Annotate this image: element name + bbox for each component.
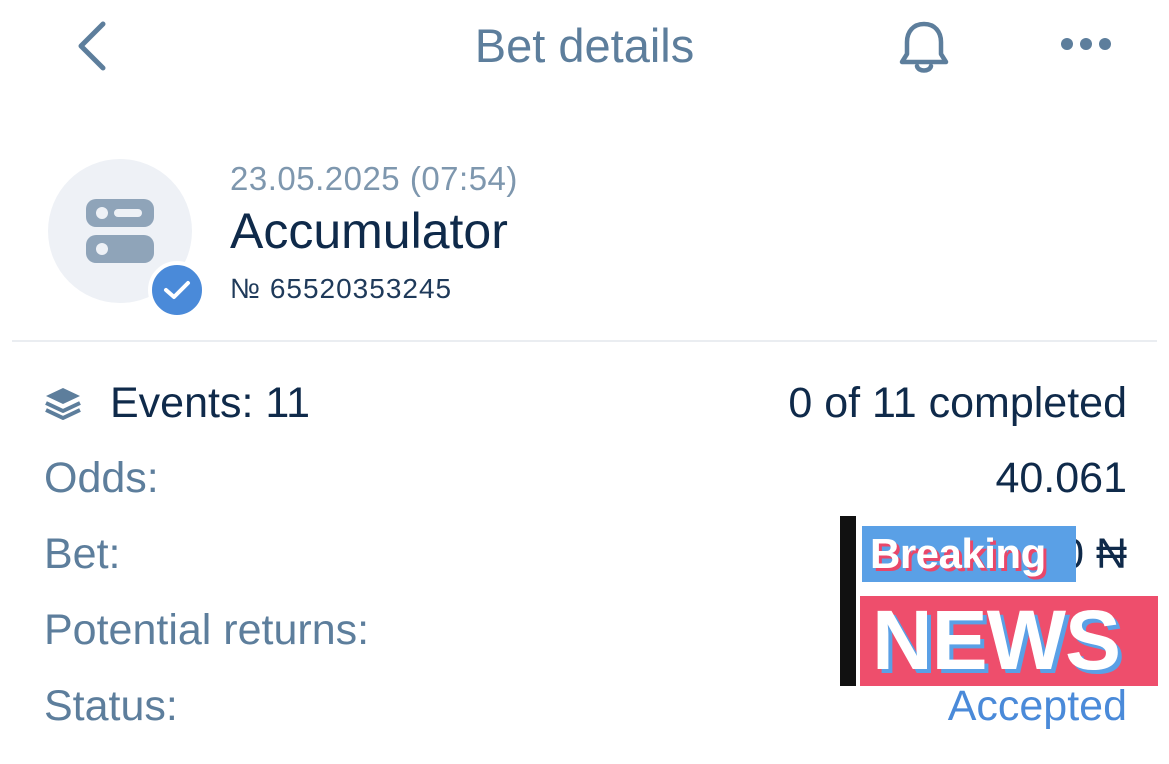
news-sticker-line2: NEWS [872, 593, 1121, 687]
news-sticker-bar [840, 516, 856, 686]
events-count: Events: 11 [110, 379, 310, 427]
more-horizontal-icon [1061, 38, 1111, 50]
odds-label: Odds: [44, 454, 159, 502]
potential-returns-label: Potential returns: [44, 606, 370, 654]
notifications-button[interactable] [888, 12, 960, 84]
divider [12, 340, 1157, 342]
bet-date: 23.05.2025 (07:54) [230, 160, 518, 197]
breaking-news-sticker: Breaking NEWS [840, 514, 1162, 690]
bell-icon [899, 21, 949, 73]
stack-layers-icon [45, 388, 81, 420]
more-options-button[interactable] [1050, 18, 1122, 70]
bet-number: № 65520353245 [230, 273, 453, 304]
events-completed: 0 of 11 completed [788, 379, 1127, 427]
accepted-badge [148, 261, 206, 319]
odds-value: 40.061 [995, 454, 1127, 502]
checkmark-icon [164, 281, 190, 299]
status-label: Status: [44, 682, 178, 730]
page-title: Bet details [474, 19, 695, 72]
bet-label: Bet: [44, 530, 121, 578]
news-sticker-line1: Breaking [870, 530, 1046, 577]
bet-type: Accumulator [230, 203, 508, 259]
